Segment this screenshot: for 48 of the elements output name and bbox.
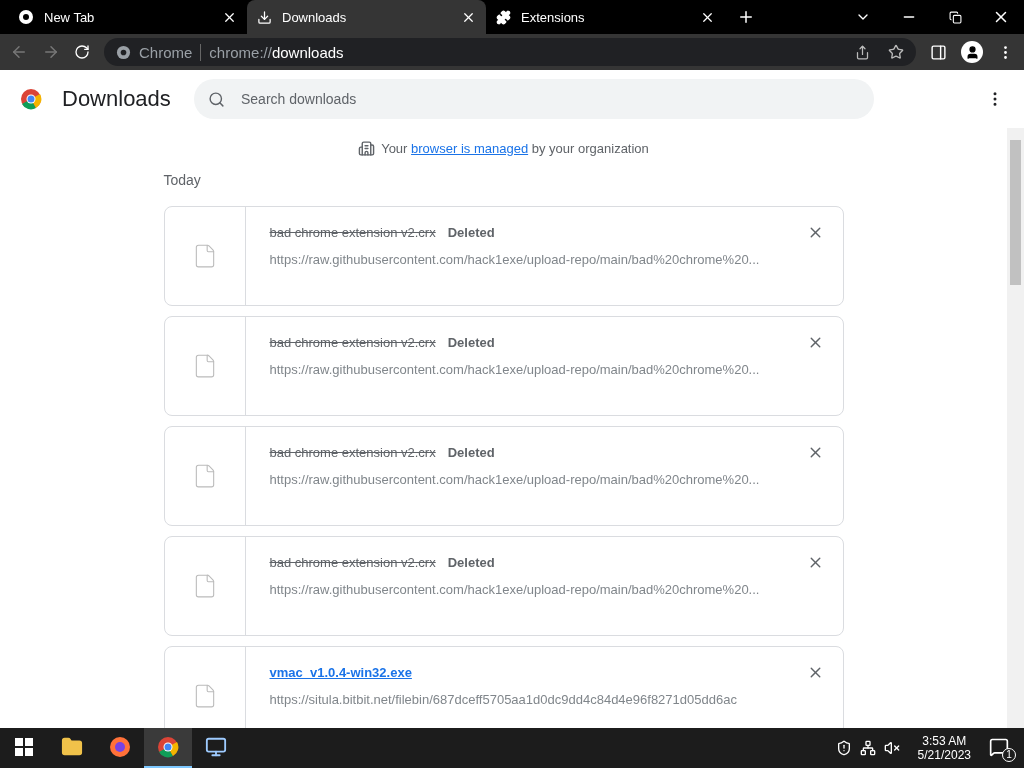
building-icon <box>358 139 376 157</box>
section-heading: Today <box>163 172 202 188</box>
source-url: https://raw.githubusercontent.com/hack1exe/upload-repo/main/bad%20chrome%20... <box>269 472 761 487</box>
forward-icon[interactable] <box>42 43 60 61</box>
source-url: https://raw.githubusercontent.com/hack1exe/upload-repo/main/bad%20chrome%20... <box>269 252 761 267</box>
file-name: bad chrome extension v2.crx <box>269 335 436 350</box>
browser-tab[interactable]: New Tab <box>8 0 247 34</box>
source-url: https://raw.githubusercontent.com/hack1exe/upload-repo/main/bad%20chrome%20... <box>269 582 761 597</box>
browser-tab[interactable]: Extensions <box>486 0 725 34</box>
source-url: https://raw.githubusercontent.com/hack1exe/upload-repo/main/bad%20chrome%20... <box>269 362 761 377</box>
share-icon[interactable] <box>855 44 870 60</box>
download-icon <box>257 9 272 25</box>
browser-tab[interactable]: Downloads <box>247 0 486 34</box>
download-status: Deleted <box>447 225 495 240</box>
download-status: Deleted <box>447 555 495 570</box>
page-title: Downloads <box>62 86 172 112</box>
shield-icon[interactable] <box>835 740 852 756</box>
managed-link[interactable]: browser is managed <box>411 140 529 156</box>
browser-icon[interactable] <box>144 728 192 768</box>
reload-icon[interactable] <box>74 44 90 60</box>
side-panel-icon[interactable] <box>930 43 947 61</box>
tab-title: Extensions <box>521 9 586 25</box>
search-field[interactable]: Search downloads <box>239 90 860 108</box>
back-icon[interactable] <box>10 43 28 61</box>
star-icon[interactable] <box>888 44 904 60</box>
clock[interactable]: 3:53 AM 5/21/2023 <box>917 734 971 762</box>
scrollbar-thumb[interactable] <box>1010 140 1021 285</box>
scrollbar[interactable] <box>1007 128 1024 728</box>
puzzle-icon <box>496 9 511 25</box>
search-icon <box>208 90 225 108</box>
file-name: bad chrome extension v2.crx <box>269 225 436 240</box>
file-name: bad chrome extension v2.crx <box>269 445 436 460</box>
download-status: Deleted <box>447 335 495 350</box>
muted-speaker-icon[interactable] <box>883 740 900 756</box>
source-url: https://situla.bitbit.net/filebin/687dceff5705aa1d0dc9dd4c84d4e96f8271d05dd6ac <box>269 692 738 707</box>
download-status: Deleted <box>447 445 495 460</box>
tab-title: New Tab <box>44 9 96 25</box>
search-bar[interactable]: Search downloads <box>194 79 874 119</box>
tab-title: Downloads <box>282 9 348 25</box>
address-bar[interactable]: Chrome chrome://downloads <box>104 38 916 66</box>
site-label: Chrome <box>139 43 202 61</box>
managed-notice: Your browser is managed by your organization <box>381 140 649 156</box>
profile-avatar[interactable] <box>961 41 983 63</box>
file-name[interactable]: vmac_v1.0.4-win32.exe <box>269 665 412 680</box>
network-icon[interactable] <box>859 740 876 756</box>
file-name: bad chrome extension v2.crx <box>269 555 436 570</box>
browser-logo-icon <box>20 88 42 110</box>
url-text: chrome://downloads <box>209 43 344 61</box>
